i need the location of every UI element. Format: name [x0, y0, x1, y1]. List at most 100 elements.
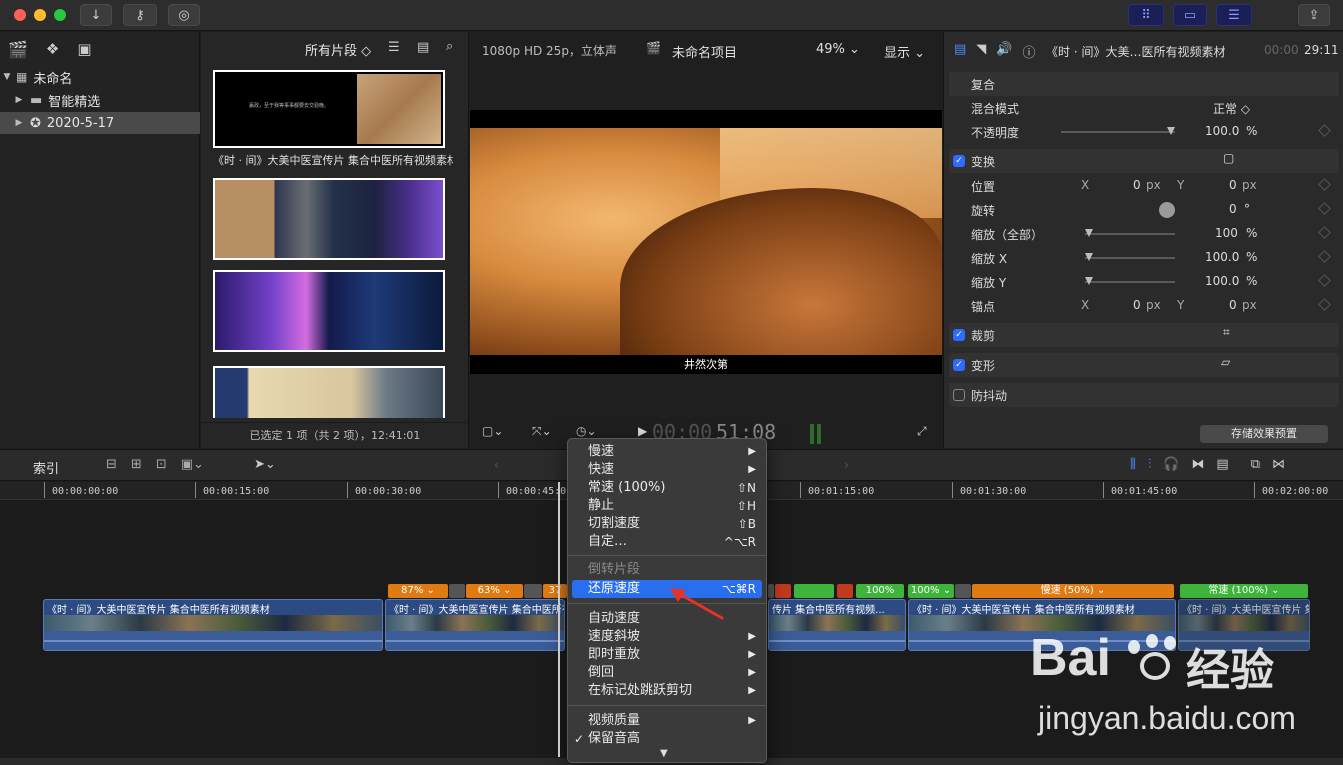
keyframe-icon[interactable]: [1318, 202, 1331, 215]
keyframe-icon[interactable]: [1318, 124, 1331, 137]
menu-item-blade-speed[interactable]: 切割速度 ⇧B: [572, 515, 762, 533]
disclosure-closed-icon[interactable]: ▶: [12, 118, 26, 128]
anchor-y-value[interactable]: 0: [1229, 298, 1237, 312]
opacity-slider[interactable]: [1061, 131, 1175, 133]
keyframe-icon[interactable]: [1318, 274, 1331, 287]
crop-checkbox[interactable]: ✓: [953, 329, 965, 341]
browser-clip-thumbnail-2[interactable]: [213, 178, 445, 260]
share-button[interactable]: ⇪: [1298, 4, 1330, 26]
overwrite-clip-icon[interactable]: ▣⌄: [181, 457, 204, 472]
disclosure-open-icon[interactable]: ▼: [0, 72, 14, 82]
browser-clip-thumbnail-3[interactable]: [213, 270, 445, 352]
transform-checkbox[interactable]: ✓: [953, 155, 965, 167]
timeline-clip-3[interactable]: 传片 集合中医所有视频...: [768, 599, 906, 651]
scale-all-slider[interactable]: [1085, 233, 1175, 235]
show-browser-button[interactable]: ⠿: [1128, 4, 1164, 26]
search-icon[interactable]: ⌕: [446, 39, 453, 54]
import-button[interactable]: ↓: [80, 4, 112, 26]
menu-item-preserve-pitch[interactable]: ✓ 保留音高: [572, 730, 762, 748]
library-item-root[interactable]: ▼ ▦ 未命名: [0, 66, 200, 88]
keyframe-icon[interactable]: [1318, 178, 1331, 191]
speed-segment-red[interactable]: [775, 584, 791, 598]
color-inspector-icon[interactable]: ◥: [976, 42, 986, 61]
show-timeline-button[interactable]: ▭: [1173, 4, 1207, 26]
timeline-clip-2-selected[interactable]: 《时 · 间》大美中医宣传片 集合中医所有视: [385, 599, 565, 651]
clip-appearance-icon[interactable]: ☰: [388, 40, 400, 55]
zoom-dropdown[interactable]: 49% ⌄: [816, 42, 860, 57]
speed-segment-87[interactable]: 87% ⌄: [388, 584, 448, 598]
titles-generators-tab-icon[interactable]: ▣: [77, 40, 91, 58]
transform-section-header[interactable]: ✓ 变换 ▢: [949, 149, 1339, 173]
transform-onscreen-icon[interactable]: ▢: [1223, 151, 1234, 165]
speed-segment-green[interactable]: [794, 584, 834, 598]
speed-segment-37[interactable]: 37: [543, 584, 567, 598]
menu-item-hold[interactable]: 静止 ⇧H: [572, 497, 762, 515]
effects-browser-icon[interactable]: ⧉: [1251, 457, 1260, 472]
stabilize-section-header[interactable]: 防抖动: [949, 383, 1339, 407]
audio-inspector-icon[interactable]: 🔊: [996, 42, 1012, 61]
playhead[interactable]: [558, 482, 560, 757]
speed-segment-100[interactable]: 100%: [856, 584, 904, 598]
video-frame[interactable]: 井然次第: [470, 110, 942, 374]
rotation-dial[interactable]: [1159, 202, 1175, 218]
select-tool-icon[interactable]: ➤⌄: [254, 457, 276, 472]
composite-section-header[interactable]: 复合: [949, 72, 1339, 96]
photos-audio-tab-icon[interactable]: ❖: [46, 40, 59, 58]
view-options-icon[interactable]: ▢⌄: [482, 424, 503, 438]
menu-scroll-down-icon[interactable]: ▼: [660, 748, 668, 759]
menu-item-rewind[interactable]: 倒回 ▶: [572, 664, 762, 682]
view-options-dropdown[interactable]: 显示 ⌄: [884, 42, 925, 61]
keyframe-icon[interactable]: [1318, 226, 1331, 239]
zoom-window-button[interactable]: [54, 9, 66, 21]
show-inspector-button[interactable]: ☰: [1216, 4, 1252, 26]
clip-filter-dropdown[interactable]: 所有片段 ◇: [305, 40, 371, 59]
filmstrip-icon[interactable]: ▤: [417, 40, 429, 55]
stabilize-checkbox[interactable]: [953, 389, 965, 401]
scale-x-slider[interactable]: [1085, 257, 1175, 259]
menu-item-slow[interactable]: 慢速 ▶: [572, 443, 762, 461]
speed-segment-100-dropdown[interactable]: 100% ⌄: [908, 584, 954, 598]
audio-skimming-icon[interactable]: ⫼: [1130, 457, 1136, 472]
scale-y-slider[interactable]: [1085, 281, 1175, 283]
browser-clip-thumbnail-1[interactable]: 嬴政，至于我等事事都要去交验晚。: [213, 70, 445, 148]
disclosure-closed-icon[interactable]: ▶: [12, 95, 26, 105]
speed-transition-handle[interactable]: [955, 584, 971, 598]
position-y-value[interactable]: 0: [1229, 178, 1237, 192]
scale-y-value[interactable]: 100.0: [1205, 274, 1239, 288]
speed-transition-handle[interactable]: [768, 584, 774, 598]
menu-item-speed-ramp[interactable]: 速度斜坡 ▶: [572, 628, 762, 646]
menu-item-instant-replay[interactable]: 即时重放 ▶: [572, 646, 762, 664]
speed-transition-handle[interactable]: [524, 584, 542, 598]
skimming-icon[interactable]: ⫶: [1148, 457, 1151, 472]
timeline-index-button[interactable]: 索引: [33, 458, 59, 477]
menu-item-fast[interactable]: 快速 ▶: [572, 461, 762, 479]
append-clip-icon[interactable]: ⊡: [156, 457, 167, 472]
keyframe-icon[interactable]: [1318, 298, 1331, 311]
headphones-icon[interactable]: 🎧: [1163, 457, 1179, 472]
clip-appearance-icon[interactable]: ▤: [1216, 457, 1228, 472]
history-forward-icon[interactable]: ›: [844, 458, 849, 472]
keyframe-icon[interactable]: [1318, 250, 1331, 263]
menu-item-normal-speed[interactable]: 常速 (100%) ⇧N: [572, 479, 762, 497]
connect-clip-icon[interactable]: ⊟: [106, 457, 117, 472]
snapping-icon[interactable]: ⧓: [1191, 457, 1204, 472]
speed-segment-63[interactable]: 63% ⌄: [466, 584, 523, 598]
menu-item-jump-cut-at-markers[interactable]: 在标记处跳跃剪切 ▶: [572, 682, 762, 700]
speed-segment-red[interactable]: [837, 584, 853, 598]
fullscreen-icon[interactable]: ⤢: [917, 424, 927, 439]
speed-segment-slow-50[interactable]: 慢速 (50%) ⌄: [972, 584, 1174, 598]
library-item-smart-collections[interactable]: ▶ ▬ 智能精选: [0, 89, 200, 111]
anchor-x-value[interactable]: 0: [1133, 298, 1141, 312]
opacity-value[interactable]: 100.0: [1205, 124, 1239, 138]
rotation-value[interactable]: 0: [1229, 202, 1237, 216]
keywords-button[interactable]: ⚷: [123, 4, 157, 26]
video-inspector-icon[interactable]: ▤: [954, 42, 966, 61]
history-back-icon[interactable]: ‹: [494, 458, 499, 472]
save-effects-preset-button[interactable]: 存储效果预置: [1200, 425, 1328, 443]
speed-segment-normal-100[interactable]: 常速 (100%) ⌄: [1180, 584, 1308, 598]
distort-section-header[interactable]: ✓ 变形 ▱: [949, 353, 1339, 377]
libraries-tab-icon[interactable]: 🎬: [8, 40, 28, 59]
position-x-value[interactable]: 0: [1133, 178, 1141, 192]
background-tasks-button[interactable]: ◎: [168, 4, 200, 26]
minimize-window-button[interactable]: [34, 9, 46, 21]
